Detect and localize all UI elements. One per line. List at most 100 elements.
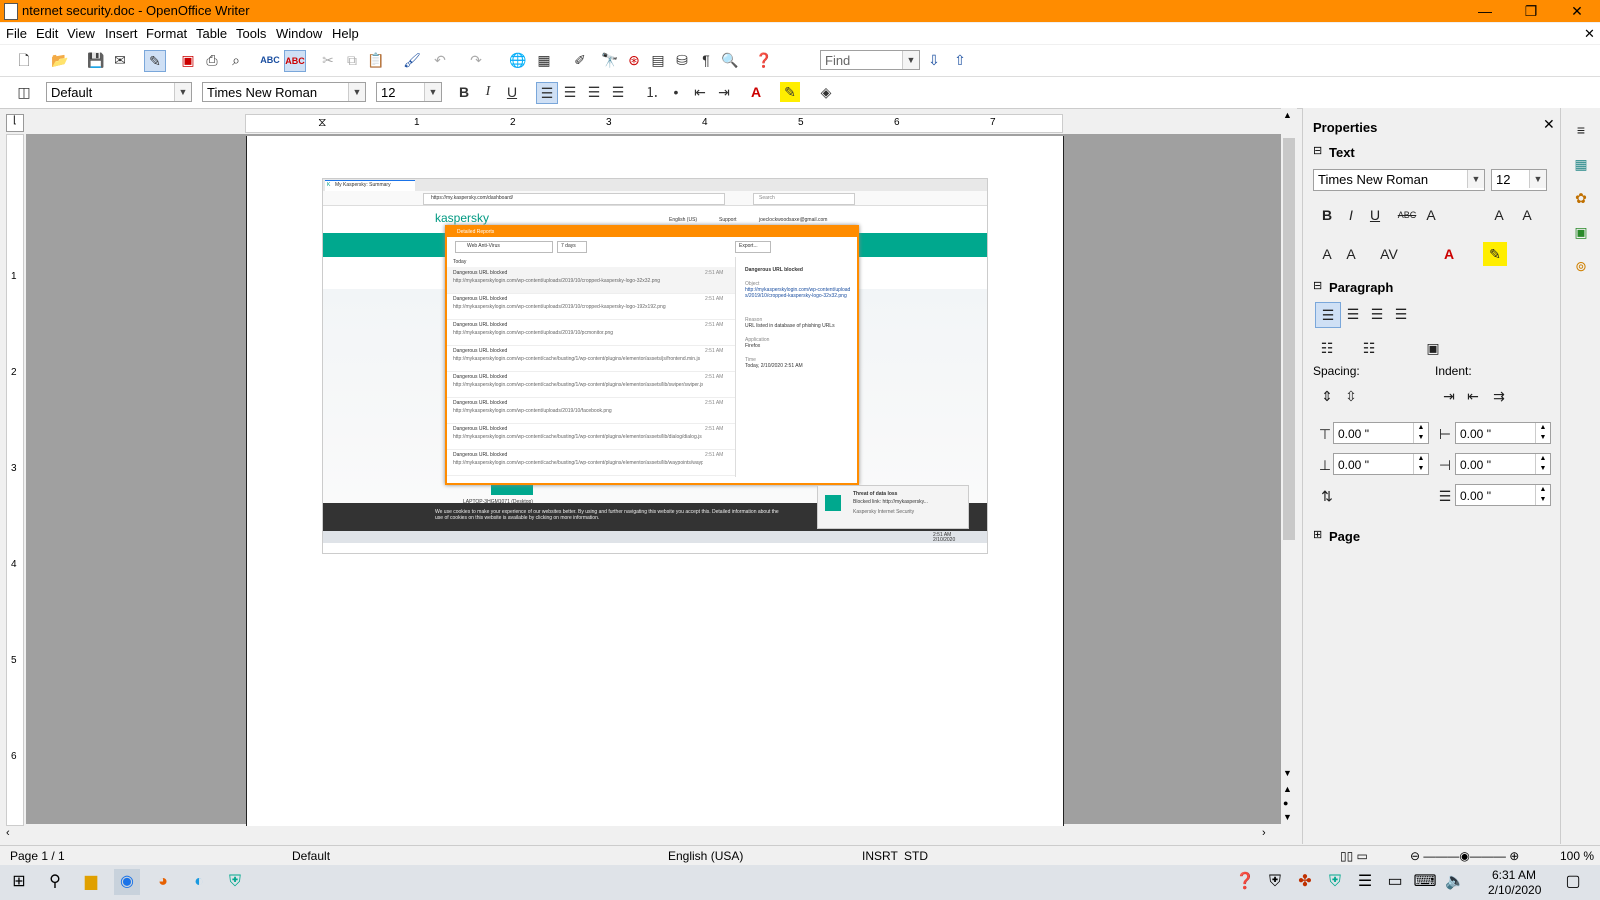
open-folder-icon[interactable]: 📂 <box>50 50 70 70</box>
cut-icon[interactable]: ✂ <box>318 50 338 70</box>
zoom-slider[interactable]: ⊖ ———◉——— ⊕ <box>1410 849 1519 863</box>
below-spacing-field[interactable]: 0.00 " ▲ ▼ <box>1333 453 1429 475</box>
formatting-marks-icon[interactable]: ¶ <box>696 50 716 70</box>
windows-start-icon[interactable]: ⊞ <box>6 869 32 895</box>
paragraph-section-title[interactable]: Paragraph <box>1329 280 1393 295</box>
shrink-font-icon[interactable]: A <box>1339 242 1363 266</box>
gallery-deck-icon[interactable]: ▣ <box>1569 220 1593 244</box>
sidebar-numbering-icon[interactable]: ☷ <box>1357 336 1381 360</box>
print-preview-icon[interactable]: ⌕ <box>226 50 246 70</box>
menu-format[interactable]: Format <box>146 26 187 41</box>
bullets-icon[interactable]: • <box>666 82 686 102</box>
align-left-icon[interactable]: ☰ <box>536 82 558 104</box>
font-name-select[interactable]: Times New Roman ▼ <box>202 82 366 102</box>
find-input[interactable]: Find ▼ <box>820 50 920 70</box>
align-center-icon[interactable]: ☰ <box>560 82 580 102</box>
close-document-icon[interactable]: ✕ <box>1584 26 1595 42</box>
table-icon[interactable]: ▦ <box>534 50 554 70</box>
decrease-indent-icon[interactable]: ⇤ <box>690 82 710 102</box>
find-previous-icon[interactable]: ⇧ <box>950 50 970 70</box>
tab-stop-icon[interactable]: ⌊ <box>6 114 24 132</box>
sidebar-increase-indent-icon[interactable]: ⇥ <box>1437 384 1461 408</box>
sidebar-decrease-indent-icon[interactable]: ⇤ <box>1461 384 1485 408</box>
menu-window[interactable]: Window <box>276 26 322 41</box>
justify-icon[interactable]: ☰ <box>608 82 628 102</box>
first-line-indent-field[interactable]: 0.00 " ▲ ▼ <box>1455 484 1551 506</box>
menu-tools[interactable]: Tools <box>236 26 266 41</box>
app-tray-icon[interactable]: ✤ <box>1292 869 1318 895</box>
network-icon[interactable]: ⌨ <box>1412 869 1438 895</box>
decrease-spacing-icon[interactable]: ⇳ <box>1339 384 1363 408</box>
hyperlink-icon[interactable]: 🌐 <box>508 50 528 70</box>
scroll-up-icon[interactable]: ▲ <box>1283 110 1292 120</box>
strikethrough-icon[interactable]: ABC <box>1395 203 1419 227</box>
save-icon[interactable]: 💾 <box>86 50 106 70</box>
clock-time[interactable]: 6:31 AM <box>1492 868 1536 882</box>
styles-deck-icon[interactable]: ✿ <box>1569 186 1593 210</box>
data-sources-icon[interactable]: ⛁ <box>672 50 692 70</box>
notification-tray-icon[interactable]: ☰ <box>1352 869 1378 895</box>
help-icon[interactable]: ❓ <box>754 50 774 70</box>
styles-formatting-icon[interactable]: ◫ <box>14 82 34 102</box>
previous-page-icon[interactable]: ▲ <box>1283 784 1292 794</box>
kaspersky-taskbar-icon[interactable]: ⛨ <box>222 869 248 895</box>
grow-font-icon[interactable]: A <box>1315 242 1339 266</box>
battery-icon[interactable]: ▭ <box>1382 869 1408 895</box>
minimize-button[interactable]: — <box>1462 0 1508 22</box>
sidebar-highlight-icon[interactable]: ✎ <box>1483 242 1507 266</box>
highlighting-icon[interactable]: ✎ <box>780 82 800 102</box>
text-section-title[interactable]: Text <box>1329 145 1355 160</box>
horizontal-scrollbar[interactable]: ‹ › <box>0 826 1275 843</box>
help-tray-icon[interactable]: ❓ <box>1232 869 1258 895</box>
scroll-thumb[interactable] <box>1283 138 1295 540</box>
line-spacing-icon[interactable]: ⇅ <box>1315 484 1339 508</box>
menu-table[interactable]: Table <box>196 26 227 41</box>
print-icon[interactable]: ⎙ <box>202 50 222 70</box>
zoom-icon[interactable]: 🔍 <box>720 50 740 70</box>
find-next-icon[interactable]: ⇩ <box>924 50 944 70</box>
indent-before-field[interactable]: 0.00 " ▲ ▼ <box>1455 422 1551 444</box>
close-button[interactable]: ✕ <box>1554 0 1600 22</box>
clone-formatting-icon[interactable]: 🖌 <box>402 50 422 70</box>
menu-file[interactable]: File <box>6 26 27 41</box>
underline-button[interactable]: U <box>502 82 522 102</box>
increase-indent-icon[interactable]: ⇥ <box>714 82 734 102</box>
copy-icon[interactable]: ⧉ <box>342 50 362 70</box>
menu-help[interactable]: Help <box>332 26 359 41</box>
redo-icon[interactable]: ↷ <box>466 50 486 70</box>
scroll-right-icon[interactable]: › <box>1262 827 1266 839</box>
browser-icon[interactable]: ◐ <box>186 869 212 895</box>
defender-tray-icon[interactable]: ⛨ <box>1262 869 1288 895</box>
expand-page-icon[interactable]: ⊞ <box>1313 528 1322 541</box>
view-layout-icon[interactable]: ▯▯ ▭ <box>1340 849 1368 863</box>
sidebar-close-icon[interactable]: ✕ <box>1543 116 1555 133</box>
align-right-icon[interactable]: ☰ <box>584 82 604 102</box>
page-section-title[interactable]: Page <box>1329 529 1360 544</box>
vertical-ruler[interactable]: 1 2 3 4 5 6 <box>6 134 24 826</box>
sidebar-align-left-icon[interactable]: ☰ <box>1315 302 1341 328</box>
italic-button[interactable]: I <box>478 82 498 102</box>
navigator-deck-icon[interactable]: ⊚ <box>1569 254 1593 278</box>
zoom-level[interactable]: 100 % <box>1560 849 1594 863</box>
superscript-icon[interactable]: A <box>1487 203 1511 227</box>
embedded-screenshot-image[interactable]: K My Kaspersky: Summary https://my.kaspe… <box>322 178 988 554</box>
indent-after-field[interactable]: 0.00 " ▲ ▼ <box>1455 453 1551 475</box>
vertical-scrollbar[interactable]: ▲ ▼ ▲ ● ▼ <box>1281 108 1297 826</box>
sidebar-bold-icon[interactable]: B <box>1315 203 1339 227</box>
sidebar-underline-icon[interactable]: U <box>1363 203 1387 227</box>
taskbar-search-icon[interactable]: ⚲ <box>42 869 68 895</box>
sidebar-bullets-icon[interactable]: ☷ <box>1315 336 1339 360</box>
clock-date[interactable]: 2/10/2020 <box>1488 883 1541 897</box>
page-style[interactable]: Default <box>292 849 330 863</box>
firefox-icon[interactable]: ◕ <box>150 869 176 895</box>
outline-icon[interactable]: A <box>1419 203 1443 227</box>
character-spacing-icon[interactable]: AV <box>1377 242 1401 266</box>
indent-marker-icon[interactable]: ⧖ <box>318 115 326 130</box>
sidebar-font-select[interactable]: Times New Roman ▼ <box>1313 169 1485 191</box>
navigator-icon[interactable]: ⊛ <box>624 50 644 70</box>
undo-icon[interactable]: ↶ <box>430 50 450 70</box>
kaspersky-tray-icon[interactable]: ⛨ <box>1322 869 1348 895</box>
horizontal-ruler[interactable]: 1 2 3 4 5 6 7 ⧖ <box>245 114 1063 133</box>
numbering-icon[interactable]: ⒈ <box>642 82 662 102</box>
export-pdf-icon[interactable]: ▣ <box>178 50 198 70</box>
